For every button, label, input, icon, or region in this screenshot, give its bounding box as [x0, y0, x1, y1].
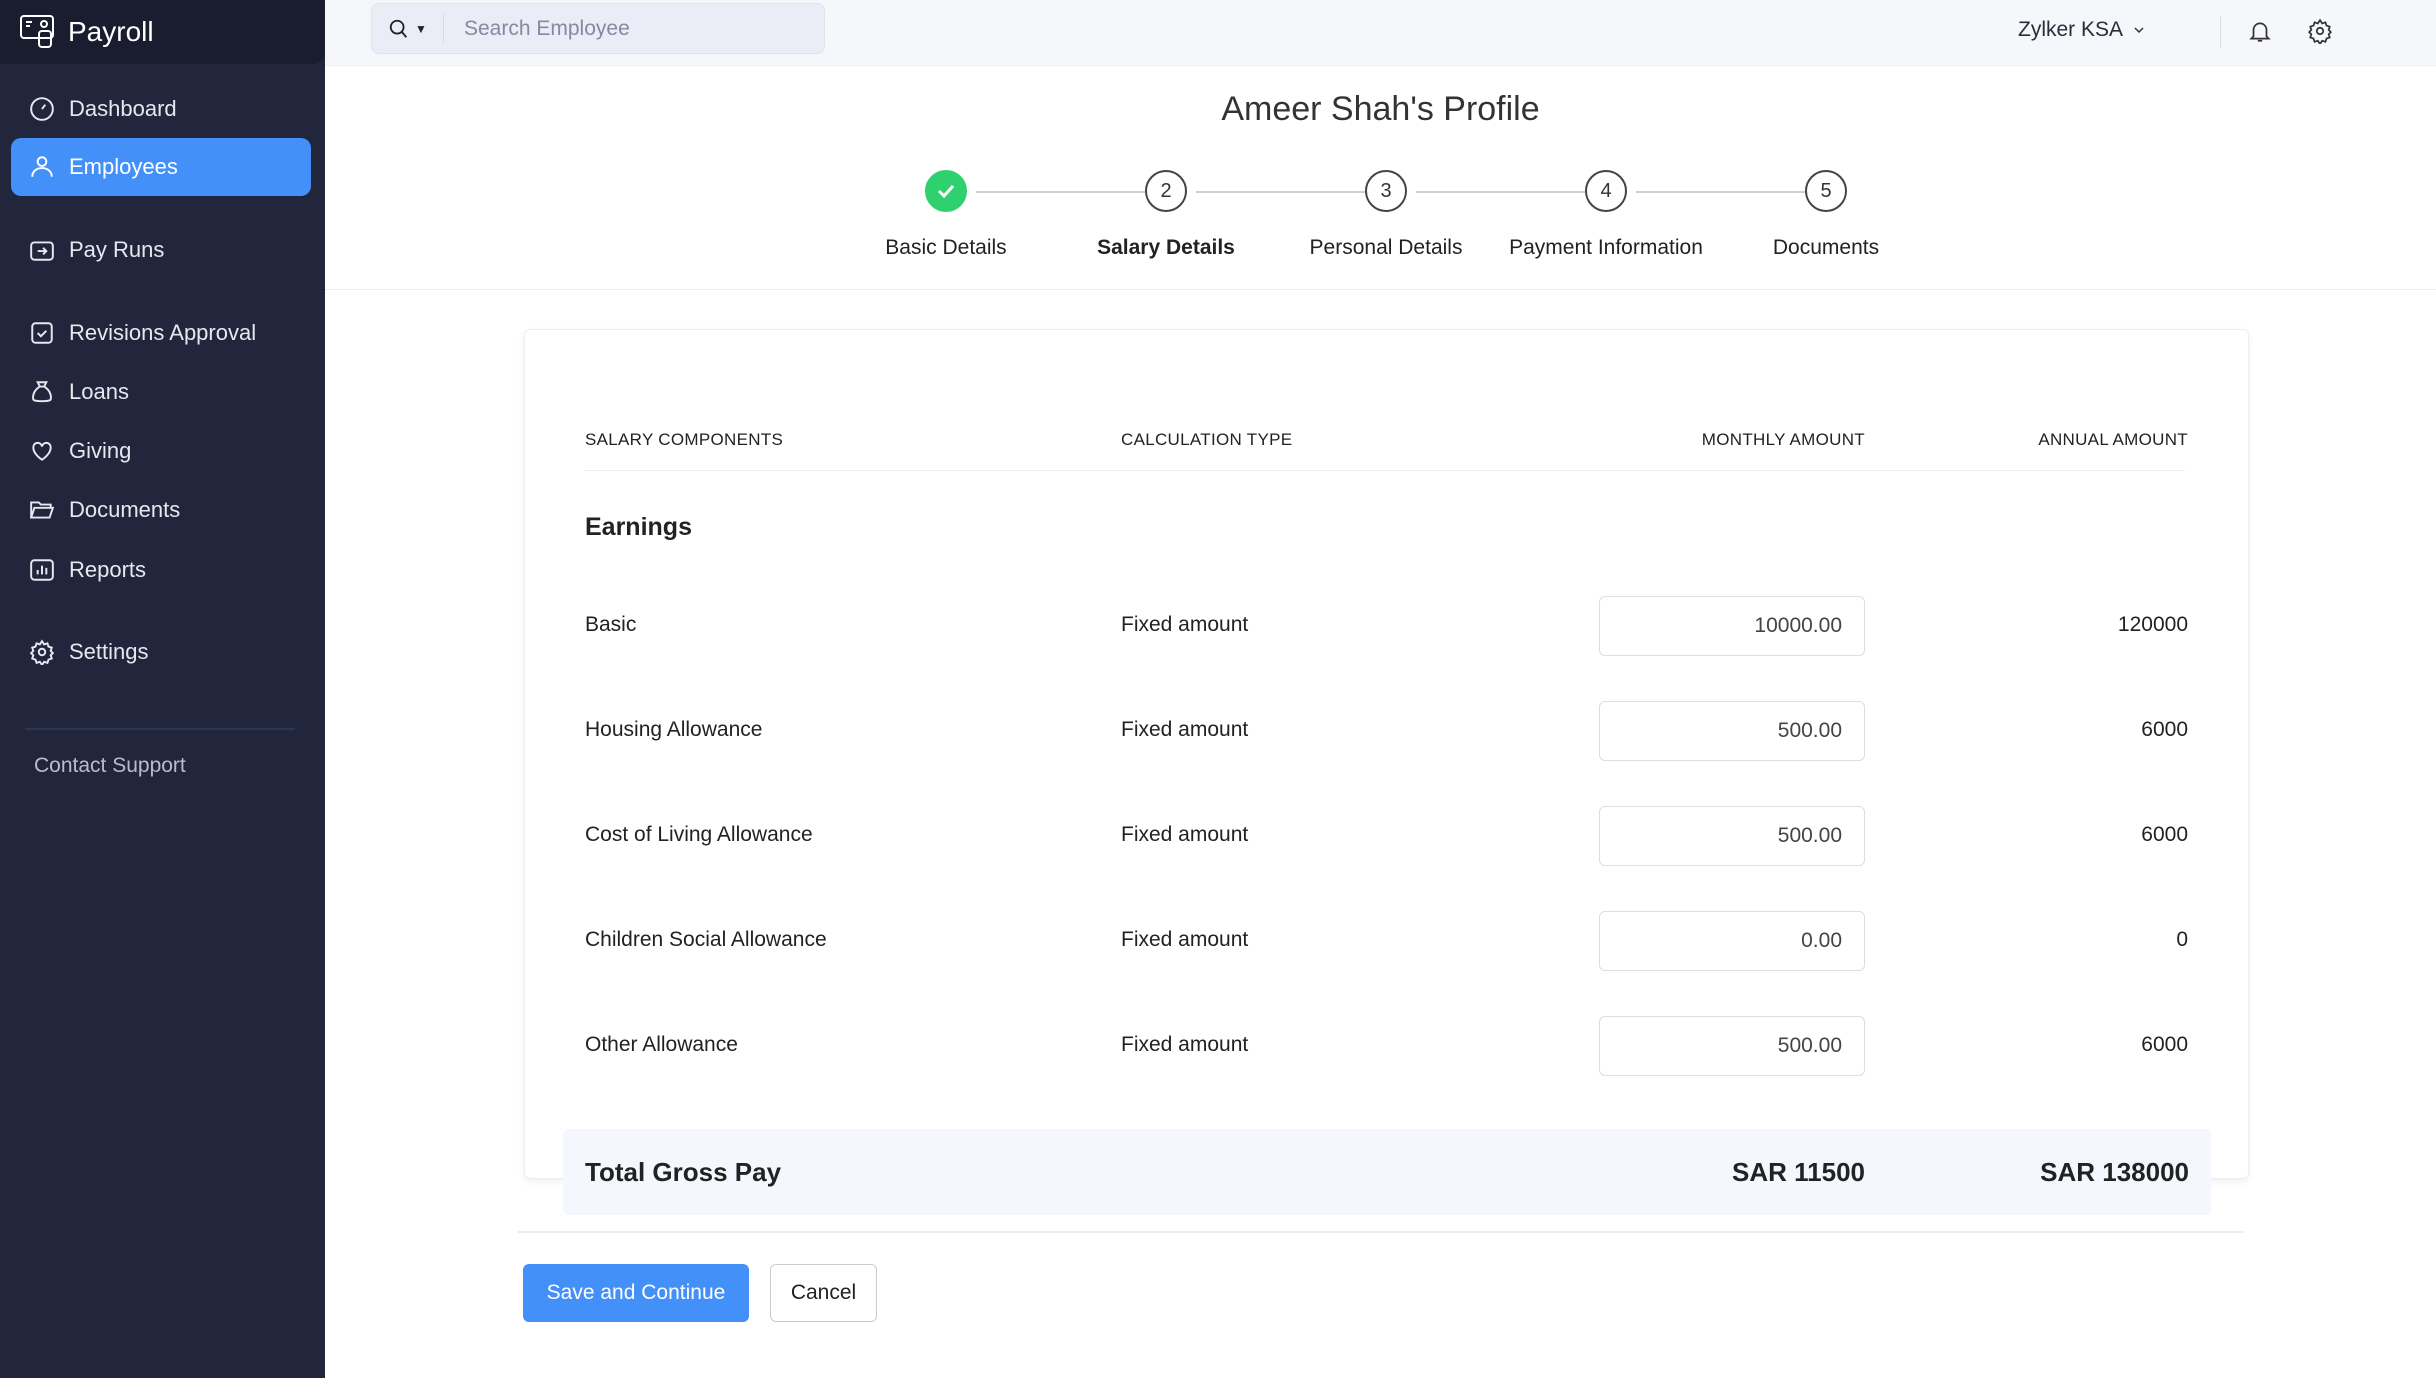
step-connector: [976, 191, 1146, 193]
salary-card: SALARY COMPONENTS CALCULATION TYPE MONTH…: [524, 329, 2249, 1215]
annual-amount: 120000: [2117, 613, 2188, 636]
user-icon: [31, 156, 53, 177]
step-5-indicator[interactable]: 5: [1805, 170, 1847, 212]
sidebar-item-settings[interactable]: Settings: [11, 623, 311, 681]
earnings-section-title: Earnings: [585, 513, 692, 541]
brand[interactable]: Payroll: [0, 0, 325, 64]
annual-amount: 0: [2176, 928, 2188, 951]
calculation-type: Fixed amount: [1121, 718, 1249, 741]
sidebar-item-label: Settings: [69, 639, 149, 664]
step-3-label[interactable]: Personal Details: [1266, 236, 1506, 260]
header-annual-amount: ANNUAL AMOUNT: [2038, 430, 2188, 449]
calculation-type: Fixed amount: [1121, 1033, 1249, 1056]
money-bag-icon: [32, 381, 52, 403]
search-filter-dropdown[interactable]: ▼: [372, 13, 444, 44]
component-name: Basic: [585, 613, 637, 636]
app-name: Payroll: [68, 16, 154, 47]
chart-icon: [30, 559, 54, 581]
payroll-logo-icon: [20, 15, 54, 48]
sidebar-item-label: Documents: [69, 497, 181, 522]
header-monthly-amount: MONTHLY AMOUNT: [1701, 430, 1865, 449]
sidebar-item-giving[interactable]: Giving: [11, 422, 311, 480]
header-calculation-type: CALCULATION TYPE: [1121, 430, 1293, 449]
annual-amount: 6000: [2141, 1033, 2188, 1056]
total-gross-pay-row: Total Gross Pay SAR 11500 SAR 138000: [563, 1129, 2211, 1215]
sidebar-item-label: Reports: [69, 557, 147, 582]
total-monthly: SAR 11500: [1732, 1157, 1865, 1187]
sidebar-item-label: Revisions Approval: [69, 320, 257, 345]
sidebar-divider: [25, 728, 295, 730]
sidebar-item-label: Giving: [69, 438, 132, 463]
sidebar-item-reports[interactable]: Reports: [11, 541, 311, 599]
total-annual: SAR 138000: [2040, 1157, 2189, 1187]
header-separator: [325, 289, 2436, 290]
sidebar-item-revisions-approval[interactable]: Revisions Approval: [11, 304, 311, 362]
step-4-indicator[interactable]: 4: [1585, 170, 1627, 212]
heart-icon: [32, 441, 52, 461]
org-switcher[interactable]: Zylker KSA: [2018, 18, 2147, 42]
topbar-divider: [2220, 16, 2221, 48]
bell-icon: [2249, 22, 2271, 42]
sidebar-item-label: Employees: [69, 154, 178, 179]
chevron-down-icon: [2134, 27, 2144, 34]
step-2-indicator[interactable]: 2: [1145, 170, 1187, 212]
component-name: Children Social Allowance: [585, 928, 827, 951]
step-2-label[interactable]: Salary Details: [1046, 236, 1286, 260]
step-connector: [1196, 191, 1366, 193]
contact-support-link[interactable]: Contact Support: [34, 754, 186, 778]
monthly-amount-input[interactable]: [1599, 596, 1865, 656]
notifications-button[interactable]: [2243, 14, 2277, 48]
sidebar-item-documents[interactable]: Documents: [11, 481, 311, 539]
search-input[interactable]: Search Employee: [464, 17, 630, 41]
org-name: Zylker KSA: [2018, 18, 2124, 41]
step-connector: [1636, 191, 1806, 193]
component-name: Other Allowance: [585, 1033, 738, 1056]
annual-amount: 6000: [2141, 718, 2188, 741]
top-bar: ▼ Search Employee Zylker KSA Z: [325, 0, 2436, 66]
step-1-indicator[interactable]: [925, 170, 967, 212]
main-content: Ameer Shah's Profile 2 3 4 5 Basic Detai…: [325, 66, 2436, 1378]
step-connector: [1416, 191, 1586, 193]
monthly-amount-input[interactable]: [1599, 1016, 1865, 1076]
caret-down-icon: ▼: [415, 21, 427, 36]
save-and-continue-button[interactable]: Save and Continue: [523, 1264, 749, 1322]
step-5-label[interactable]: Documents: [1706, 236, 1946, 260]
gear-icon: [29, 639, 55, 665]
sidebar-item-employees[interactable]: Employees: [11, 138, 311, 196]
calculation-type: Fixed amount: [1121, 823, 1249, 846]
search-box[interactable]: ▼ Search Employee: [371, 3, 825, 54]
step-3-indicator[interactable]: 3: [1365, 170, 1407, 212]
sidebar-item-pay-runs[interactable]: Pay Runs: [11, 221, 311, 279]
sidebar-item-loans[interactable]: Loans: [11, 363, 311, 421]
header-salary-components: SALARY COMPONENTS: [585, 430, 784, 449]
monthly-amount-input[interactable]: [1599, 911, 1865, 971]
sidebar-item-dashboard[interactable]: Dashboard: [11, 80, 311, 138]
folder-icon: [29, 501, 55, 519]
sidebar-item-label: Dashboard: [69, 96, 177, 121]
component-name: Housing Allowance: [585, 718, 763, 741]
cancel-button[interactable]: Cancel: [770, 1264, 877, 1322]
sidebar-item-label: Loans: [69, 379, 129, 404]
monthly-amount-input[interactable]: [1599, 701, 1865, 761]
component-name: Cost of Living Allowance: [585, 823, 813, 846]
annual-amount: 6000: [2141, 823, 2188, 846]
page-title: Ameer Shah's Profile: [1221, 90, 1540, 128]
footer-separator: [518, 1231, 2243, 1233]
checkbox-icon: [31, 322, 53, 344]
payrun-icon: [30, 241, 54, 261]
step-1-label[interactable]: Basic Details: [826, 236, 1066, 260]
calculation-type: Fixed amount: [1121, 613, 1249, 636]
sidebar-item-label: Pay Runs: [69, 237, 165, 262]
header-separator: [585, 470, 2185, 471]
calculation-type: Fixed amount: [1121, 928, 1249, 951]
gauge-icon: [30, 97, 54, 121]
total-label: Total Gross Pay: [585, 1157, 782, 1187]
gear-icon: [2307, 18, 2333, 44]
sidebar: Payroll Dashboard Employees Pay Runs Rev…: [0, 0, 325, 1378]
step-4-label[interactable]: Payment Information: [1486, 236, 1726, 260]
monthly-amount-input[interactable]: [1599, 806, 1865, 866]
search-icon: [389, 19, 408, 38]
settings-button[interactable]: [2303, 14, 2337, 48]
check-icon: [937, 184, 955, 199]
